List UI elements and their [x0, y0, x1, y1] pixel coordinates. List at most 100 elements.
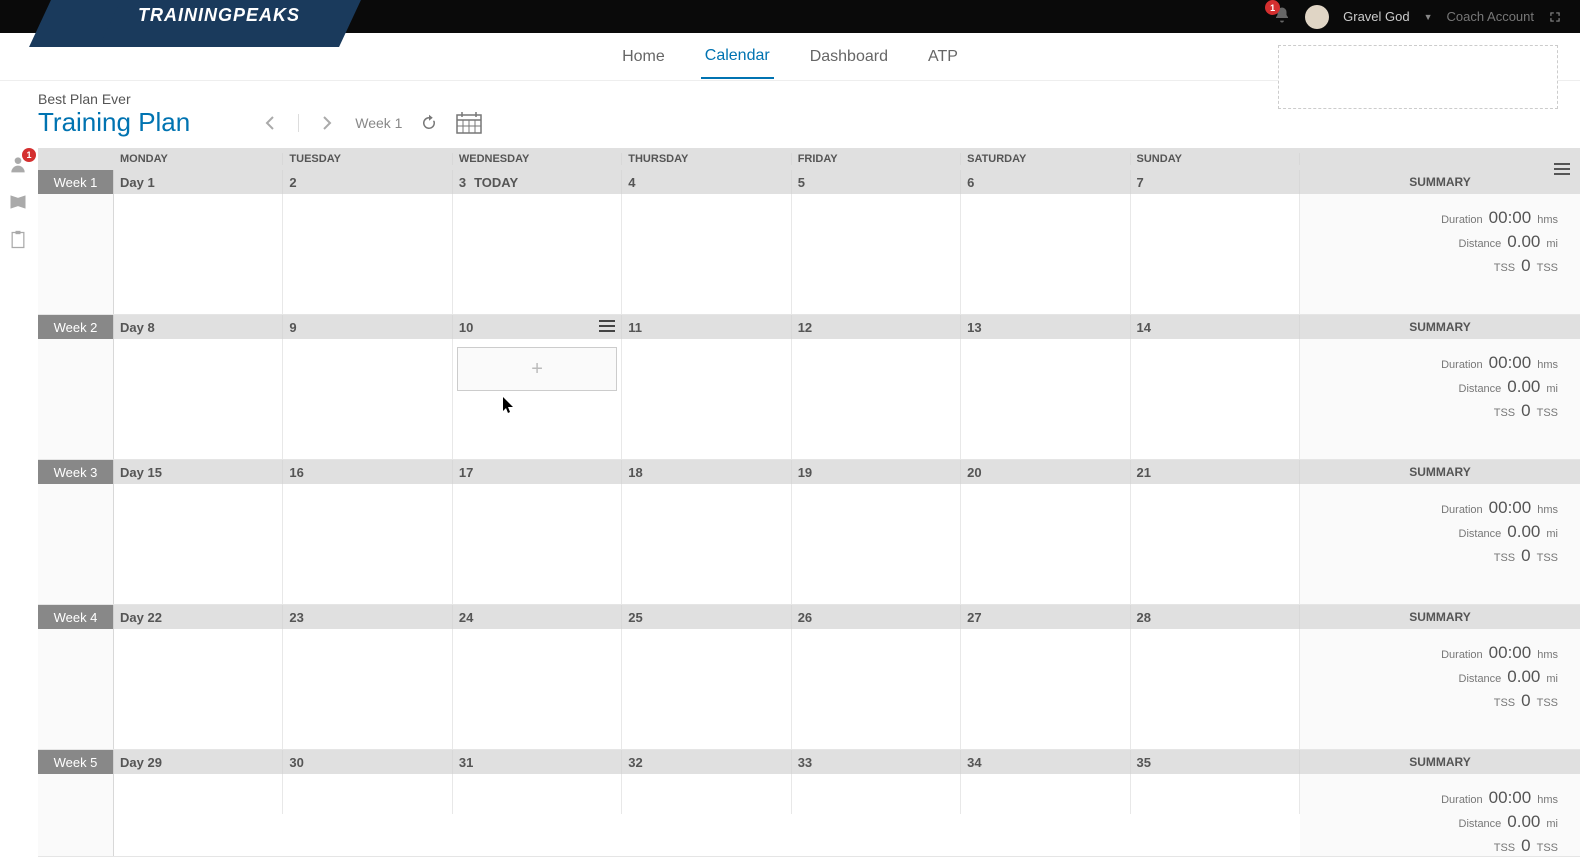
day-header-cell[interactable]: 34 [961, 750, 1130, 774]
day-header-cell[interactable]: 5 [792, 170, 961, 194]
coach-account-link[interactable]: Coach Account [1447, 9, 1534, 24]
day-cell[interactable] [1131, 339, 1300, 459]
day-header-cell[interactable]: 14 [1131, 315, 1300, 339]
day-cell[interactable] [792, 774, 961, 814]
week-label-cell[interactable]: Week 4 [38, 605, 114, 629]
week-label-cell[interactable]: Week 1 [38, 170, 114, 194]
day-header-cell[interactable]: 13 [961, 315, 1130, 339]
day-cell[interactable] [114, 629, 283, 749]
day-cell[interactable] [283, 774, 452, 814]
day-cell[interactable] [453, 194, 622, 314]
day-cell[interactable] [453, 629, 622, 749]
week-row: Week 5 Day 29303132333435 SUMMARY Durati… [38, 750, 1580, 857]
day-header-cell[interactable]: 33 [792, 750, 961, 774]
day-cell[interactable] [114, 194, 283, 314]
day-number: 5 [798, 175, 805, 190]
summary-menu-icon[interactable] [1554, 162, 1570, 176]
day-header-cell[interactable]: 18 [622, 460, 791, 484]
day-header-cell[interactable]: 17 [453, 460, 622, 484]
day-header-cell[interactable]: Day 8 [114, 315, 283, 339]
day-header-cell[interactable]: 26 [792, 605, 961, 629]
day-header-cell[interactable]: 30 [283, 750, 452, 774]
notification-button[interactable]: 1 [1273, 6, 1291, 27]
avatar[interactable] [1305, 5, 1329, 29]
day-cell[interactable] [453, 774, 622, 814]
day-header-cell[interactable]: 24 [453, 605, 622, 629]
day-header-cell[interactable]: 32 [622, 750, 791, 774]
day-header-cell[interactable]: 12 [792, 315, 961, 339]
sidebar-athletes-button[interactable]: 1 [8, 154, 30, 176]
day-header-cell[interactable]: Day 15 [114, 460, 283, 484]
day-cell[interactable] [453, 484, 622, 604]
calendar-icon[interactable] [456, 112, 482, 134]
day-header-cell[interactable]: 3TODAY [453, 170, 622, 194]
day-cell[interactable] [114, 774, 283, 814]
sidebar-library-button[interactable] [8, 192, 30, 214]
sidebar-paste-button[interactable] [8, 230, 30, 252]
day-cell[interactable] [114, 339, 283, 459]
day-cell[interactable] [792, 629, 961, 749]
add-workout-card[interactable]: + [457, 347, 617, 391]
logo-wrap[interactable]: TRAININGPEAKS [0, 0, 360, 33]
day-cell[interactable] [792, 339, 961, 459]
day-cell[interactable] [1131, 194, 1300, 314]
day-cell[interactable] [1131, 774, 1300, 814]
day-cell[interactable] [1131, 484, 1300, 604]
day-cell[interactable] [961, 629, 1130, 749]
day-menu-icon[interactable] [599, 319, 615, 333]
next-week-button[interactable] [317, 113, 337, 133]
nav-atp[interactable]: ATP [924, 36, 962, 78]
day-cell[interactable] [1131, 629, 1300, 749]
day-header-cell[interactable]: Day 22 [114, 605, 283, 629]
week-label-cell[interactable]: Week 3 [38, 460, 114, 484]
nav-dashboard[interactable]: Dashboard [806, 36, 892, 78]
plan-title[interactable]: Training Plan [38, 107, 190, 138]
day-header-cell[interactable]: 2 [283, 170, 452, 194]
day-cell[interactable] [961, 194, 1130, 314]
day-cell[interactable] [622, 629, 791, 749]
day-cell[interactable] [622, 484, 791, 604]
day-cell[interactable] [283, 194, 452, 314]
day-cell[interactable] [792, 484, 961, 604]
nav-home[interactable]: Home [618, 36, 669, 78]
day-header-cell[interactable]: 20 [961, 460, 1130, 484]
day-header-cell[interactable]: 21 [1131, 460, 1300, 484]
day-header-cell[interactable]: 19 [792, 460, 961, 484]
prev-week-button[interactable] [260, 113, 280, 133]
day-header-cell[interactable]: 25 [622, 605, 791, 629]
expand-icon[interactable] [1548, 10, 1562, 24]
day-cell[interactable] [622, 774, 791, 814]
day-header-cell[interactable]: Day 29 [114, 750, 283, 774]
day-header-cell[interactable]: 27 [961, 605, 1130, 629]
day-header-cell[interactable]: 4 [622, 170, 791, 194]
main: 1 MONDAY TUESDAY WEDNESDAY THURSDAY FRID… [0, 148, 1580, 834]
week-label-cell[interactable]: Week 5 [38, 750, 114, 774]
day-header-cell[interactable]: 9 [283, 315, 452, 339]
refresh-icon[interactable] [420, 114, 438, 132]
user-dropdown-icon[interactable]: ▼ [1424, 12, 1433, 22]
day-header-cell[interactable]: 7 [1131, 170, 1300, 194]
day-cell[interactable] [114, 484, 283, 604]
day-header-cell[interactable]: 35 [1131, 750, 1300, 774]
day-header-cell[interactable]: Day 1 [114, 170, 283, 194]
day-cell[interactable] [961, 339, 1130, 459]
day-cell[interactable] [283, 484, 452, 604]
day-cell[interactable] [283, 629, 452, 749]
day-header-cell[interactable]: 16 [283, 460, 452, 484]
day-cell[interactable] [792, 194, 961, 314]
day-header-cell[interactable]: 6 [961, 170, 1130, 194]
day-cell[interactable]: + [453, 339, 622, 459]
day-header-cell[interactable]: 11 [622, 315, 791, 339]
day-cell[interactable] [961, 484, 1130, 604]
day-header-cell[interactable]: 23 [283, 605, 452, 629]
day-cell[interactable] [622, 339, 791, 459]
nav-calendar[interactable]: Calendar [701, 35, 774, 79]
username[interactable]: Gravel God [1343, 9, 1409, 24]
day-cell[interactable] [961, 774, 1130, 814]
day-header-cell[interactable]: 31 [453, 750, 622, 774]
day-header-cell[interactable]: 10 [453, 315, 622, 339]
day-cell[interactable] [283, 339, 452, 459]
day-cell[interactable] [622, 194, 791, 314]
day-header-cell[interactable]: 28 [1131, 605, 1300, 629]
week-label-cell[interactable]: Week 2 [38, 315, 114, 339]
